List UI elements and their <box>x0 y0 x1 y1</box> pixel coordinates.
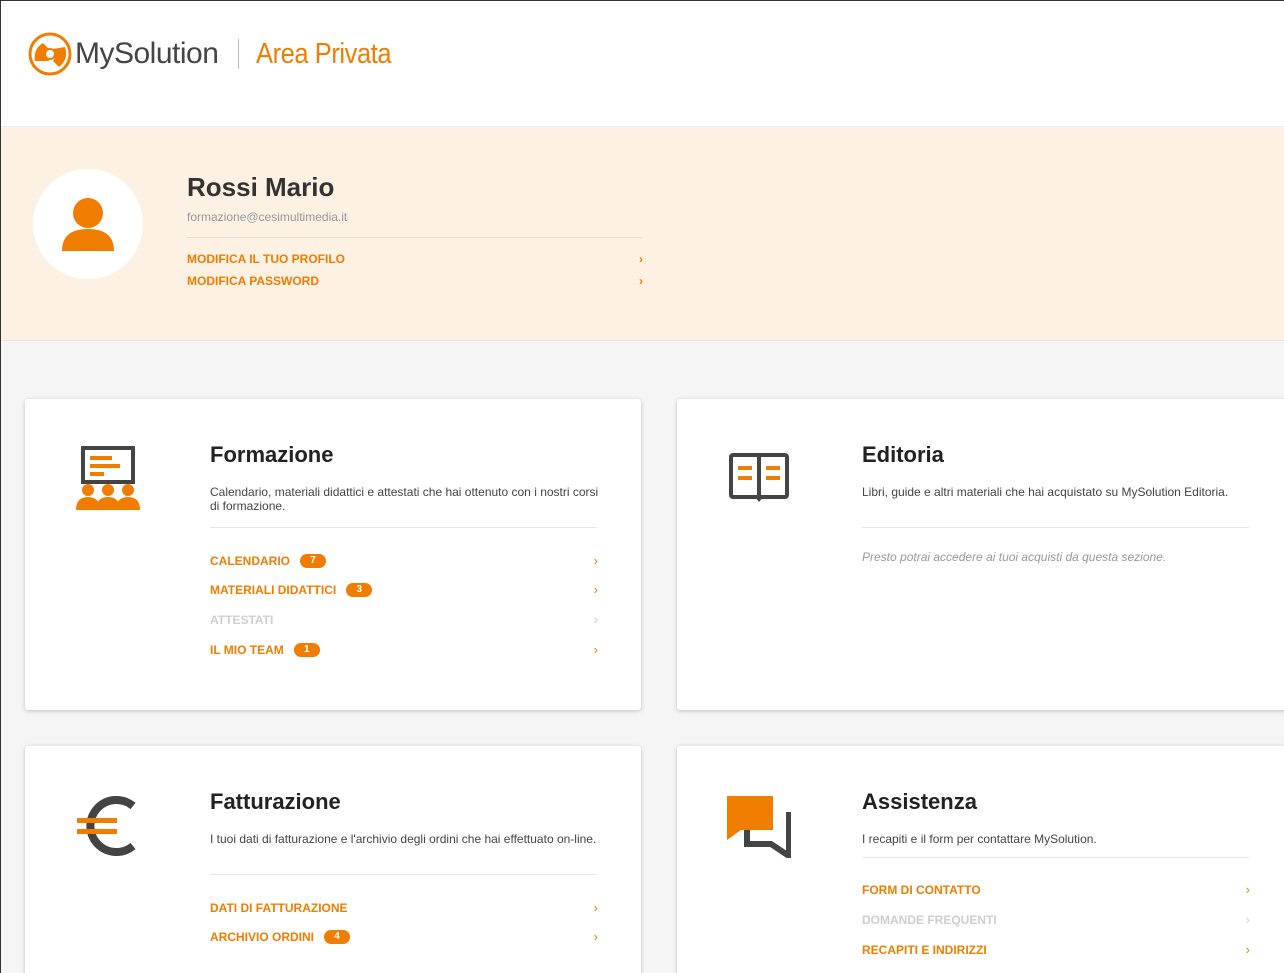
chat-icon <box>727 796 791 858</box>
user-icon <box>62 198 114 251</box>
profile-section: Rossi Mario formazione@cesimultimedia.it… <box>1 128 1284 341</box>
chevron-right-icon: › <box>593 642 598 657</box>
card-divider <box>210 527 597 528</box>
chevron-right-icon: › <box>593 553 598 568</box>
chevron-right-icon: › <box>593 612 598 627</box>
euro-icon <box>77 796 136 856</box>
chevron-right-icon: › <box>1245 942 1250 957</box>
card-title: Editoria <box>862 442 944 467</box>
profile-name: Rossi Mario <box>187 172 335 202</box>
dati-fatturazione-link[interactable]: DATI DI FATTURAZIONE › <box>210 900 598 915</box>
chevron-right-icon: › <box>1245 912 1250 927</box>
chevron-right-icon: › <box>639 252 643 266</box>
card-fatturazione: Fatturazione I tuoi dati di fatturazione… <box>25 746 641 973</box>
card-assistenza: Assistenza I recapiti e il form per cont… <box>677 746 1284 973</box>
item-label: ARCHIVIO ORDINI <box>210 929 315 944</box>
materiali-didattici-link[interactable]: MATERIALI DIDATTICI 3 › <box>210 582 598 597</box>
profile-divider <box>187 237 642 238</box>
header: MySolution Area Privata <box>1 1 1284 127</box>
card-description: I recapiti e il form per contattare MySo… <box>862 832 1097 846</box>
avatar <box>33 169 143 279</box>
logo-brand: MySolution <box>75 37 219 70</box>
item-label: MATERIALI DIDATTICI <box>210 582 337 597</box>
count-badge: 1 <box>293 642 320 657</box>
calendario-link[interactable]: CALENDARIO 7 › <box>210 553 598 568</box>
book-icon <box>729 453 789 502</box>
item-label: FORM DI CONTATTO <box>862 882 981 897</box>
chevron-right-icon: › <box>593 900 598 915</box>
form-contatto-link[interactable]: FORM DI CONTATTO › <box>862 882 1250 897</box>
item-label: CALENDARIO <box>210 553 290 568</box>
card-divider <box>862 857 1249 858</box>
chevron-right-icon: › <box>593 582 598 597</box>
card-description: I tuoi dati di fatturazione e l'archivio… <box>210 832 597 846</box>
edit-password-link[interactable]: MODIFICA PASSWORD › <box>187 274 643 288</box>
logo-separator <box>238 39 240 69</box>
profile-email: formazione@cesimultimedia.it <box>187 210 348 224</box>
archivio-ordini-link[interactable]: ARCHIVIO ORDINI 4 › <box>210 929 598 944</box>
card-divider <box>862 527 1249 528</box>
domande-frequenti-link: DOMANDE FREQUENTI › <box>862 912 1250 927</box>
area-title: Area Privata <box>256 37 392 70</box>
attestati-link: ATTESTATI › <box>210 612 598 627</box>
item-label: ATTESTATI <box>210 612 274 627</box>
item-label: DOMANDE FREQUENTI <box>862 912 997 927</box>
card-note: Presto potrai accedere ai tuoi acquisti … <box>862 550 1167 564</box>
card-formazione: Formazione Calendario, materiali didatti… <box>25 399 641 710</box>
chevron-right-icon: › <box>639 274 643 288</box>
card-title: Formazione <box>210 442 334 467</box>
card-title: Assistenza <box>862 789 977 814</box>
chevron-right-icon: › <box>593 929 598 944</box>
item-label: IL MIO TEAM <box>210 642 284 657</box>
card-editoria: Editoria Libri, guide e altri materiali … <box>677 399 1284 710</box>
edit-profile-link[interactable]: MODIFICA IL TUO PROFILO › <box>187 252 643 266</box>
page: MySolution Area Privata Rossi Mario form… <box>0 0 1284 973</box>
recapiti-indirizzi-link[interactable]: RECAPITI E INDIRIZZI › <box>862 942 1250 957</box>
item-label: RECAPITI E INDIRIZZI <box>862 942 987 957</box>
edit-password-label: MODIFICA PASSWORD <box>187 274 319 288</box>
logo[interactable]: MySolution Area Privata <box>27 29 410 79</box>
card-description: Libri, guide e altri materiali che hai a… <box>862 485 1229 499</box>
count-badge: 7 <box>300 553 326 568</box>
card-divider <box>210 874 597 875</box>
edit-profile-label: MODIFICA IL TUO PROFILO <box>187 252 345 266</box>
count-badge: 3 <box>346 582 373 597</box>
presentation-icon <box>76 446 140 510</box>
chevron-right-icon: › <box>1245 882 1250 897</box>
logo-mark-icon <box>28 32 72 76</box>
card-title: Fatturazione <box>210 789 341 814</box>
count-badge: 4 <box>324 929 351 944</box>
card-description: Calendario, materiali didattici e attest… <box>210 485 599 513</box>
il-mio-team-link[interactable]: IL MIO TEAM 1 › <box>210 642 598 657</box>
item-label: DATI DI FATTURAZIONE <box>210 900 348 915</box>
